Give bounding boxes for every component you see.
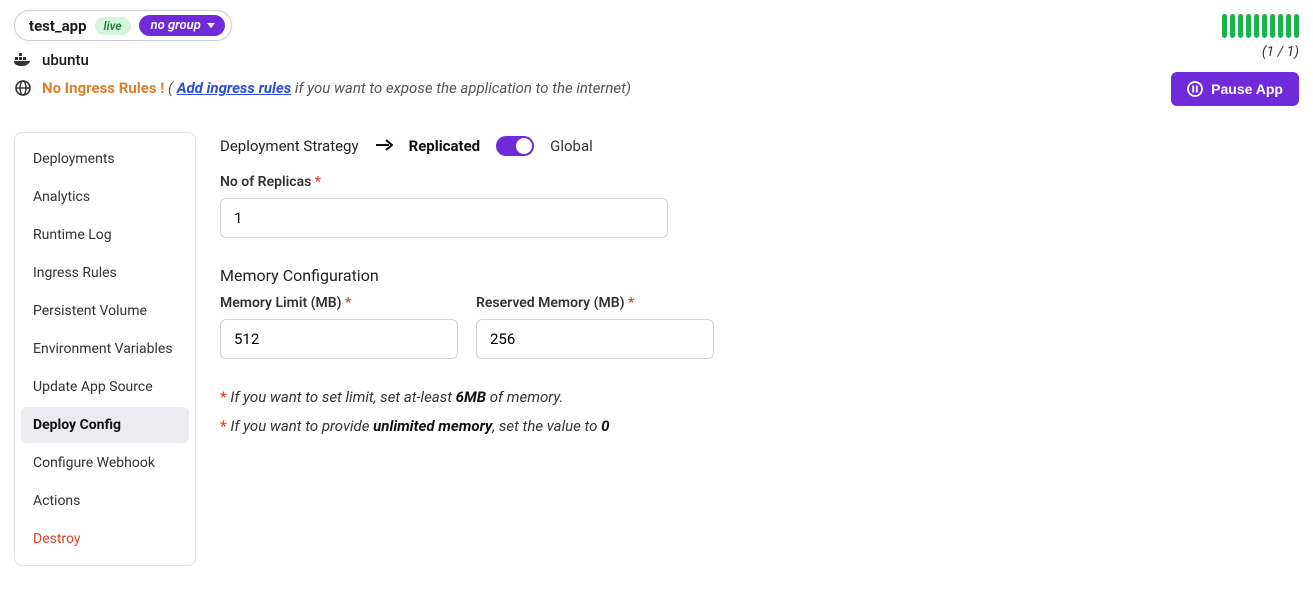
docker-icon <box>14 53 32 67</box>
sidebar-item-configure-webhook[interactable]: Configure Webhook <box>21 445 189 481</box>
image-name: ubuntu <box>42 51 89 69</box>
reserved-memory-input[interactable] <box>476 319 714 359</box>
mode-replicated: Replicated <box>409 137 481 155</box>
sidebar-item-environment-variables[interactable]: Environment Variables <box>21 331 189 367</box>
reserved-memory-label: Reserved Memory (MB) * <box>476 295 714 311</box>
replica-count: (1 / 1) <box>1262 44 1299 60</box>
memory-limit-input[interactable] <box>220 319 458 359</box>
status-badge-live: live <box>95 17 131 35</box>
replica-status-bars <box>1222 14 1299 38</box>
ingress-warning: No Ingress Rules ! <box>42 79 164 97</box>
ingress-open-paren: ( <box>168 79 177 97</box>
deployment-strategy-row: Deployment Strategy Replicated Global <box>220 136 1299 156</box>
deployment-strategy-label: Deployment Strategy <box>220 137 359 155</box>
group-badge[interactable]: no group <box>139 15 225 36</box>
replica-bar <box>1246 14 1251 38</box>
memory-note-2: * If you want to provide unlimited memor… <box>220 412 1299 441</box>
pause-icon <box>1187 81 1203 97</box>
sidebar-item-ingress-rules[interactable]: Ingress Rules <box>21 255 189 291</box>
replica-bar <box>1286 14 1291 38</box>
sidebar-item-deployments[interactable]: Deployments <box>21 141 189 177</box>
image-line: ubuntu <box>14 51 631 69</box>
globe-icon <box>14 80 32 96</box>
sidebar-item-persistent-volume[interactable]: Persistent Volume <box>21 293 189 329</box>
memory-section-title: Memory Configuration <box>220 266 1299 285</box>
memory-limit-label: Memory Limit (MB) * <box>220 295 458 311</box>
memory-note-1: * If you want to set limit, set at-least… <box>220 383 1299 412</box>
replica-bar <box>1230 14 1235 38</box>
replicas-label: No of Replicas * <box>220 174 1299 190</box>
replica-bar <box>1238 14 1243 38</box>
sidebar-item-update-app-source[interactable]: Update App Source <box>21 369 189 405</box>
pause-app-button[interactable]: Pause App <box>1171 72 1299 106</box>
sidebar-item-actions[interactable]: Actions <box>21 483 189 519</box>
replica-bar <box>1294 14 1299 38</box>
toggle-knob <box>516 138 532 154</box>
app-chip: test_app live no group <box>14 10 232 41</box>
ingress-suffix: if you want to expose the application to… <box>291 79 631 97</box>
group-badge-label: no group <box>151 18 201 33</box>
replica-bar <box>1262 14 1267 38</box>
memory-notes: * If you want to set limit, set at-least… <box>220 383 1299 440</box>
pause-app-label: Pause App <box>1211 81 1283 97</box>
arrow-right-icon <box>375 137 393 155</box>
replica-bar <box>1278 14 1283 38</box>
sidebar-item-analytics[interactable]: Analytics <box>21 179 189 215</box>
app-name: test_app <box>29 17 87 35</box>
replicas-input[interactable] <box>220 198 668 238</box>
add-ingress-link[interactable]: Add ingress rules <box>177 79 292 97</box>
sidebar: DeploymentsAnalyticsRuntime LogIngress R… <box>14 132 196 566</box>
sidebar-item-deploy-config[interactable]: Deploy Config <box>21 407 189 443</box>
replica-bar <box>1254 14 1259 38</box>
strategy-toggle[interactable] <box>496 136 534 156</box>
ingress-line: No Ingress Rules ! ( Add ingress rules i… <box>14 79 631 97</box>
sidebar-item-destroy[interactable]: Destroy <box>21 521 189 557</box>
content: Deployment Strategy Replicated Global No… <box>220 132 1299 566</box>
sidebar-item-runtime-log[interactable]: Runtime Log <box>21 217 189 253</box>
replica-bar <box>1270 14 1275 38</box>
replica-bar <box>1222 14 1227 38</box>
mode-global: Global <box>550 137 593 155</box>
chevron-down-icon <box>207 23 215 28</box>
